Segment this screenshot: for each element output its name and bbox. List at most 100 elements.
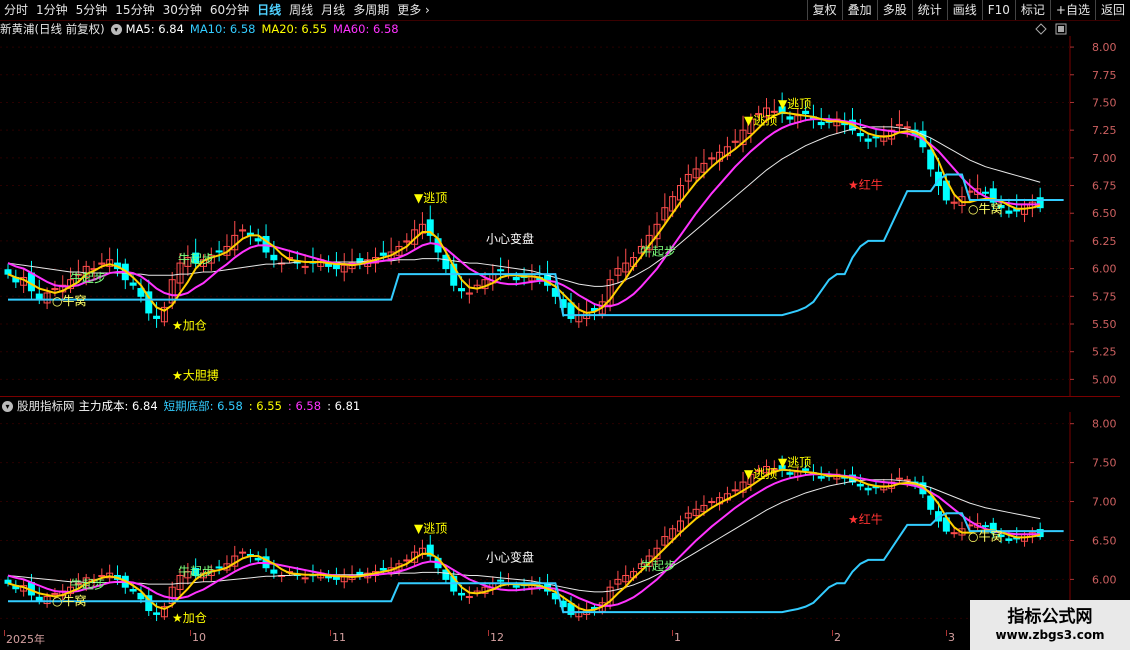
toolbar: 分时 1分钟 5分钟 15分钟 30分钟 60分钟 日线 周线 月线 多周期 更多 › 复权 叠加 多股… [0,0,1130,21]
date-label: 11 [332,631,346,644]
date-label: 3 [948,631,955,644]
sub-chart[interactable]: 8.007.507.006.506.005.50○牛窝牛起步牛起步牛起步★加仓▼… [0,412,1120,630]
date-label: 2025年 [6,633,45,646]
y-tick-label: 7.50 [1092,457,1117,470]
candle-body [254,557,262,561]
period-tab[interactable]: 5分钟 [72,0,112,20]
y-tick-label: 6.75 [1092,180,1117,193]
toolbar-button[interactable]: 统计 [911,0,947,20]
chevron-down-icon[interactable]: ▾ [2,400,13,412]
y-tick-label: 7.75 [1092,69,1117,82]
candle-body [129,589,137,592]
period-tab[interactable]: 周线 [285,0,317,20]
candle-body [215,250,223,253]
date-tick [488,630,489,636]
candle-body [497,269,505,272]
signal-xinxin: 小心变盘 [486,231,534,246]
period-tab[interactable]: 1分钟 [32,0,72,20]
candle-body [270,569,278,574]
ma60-line [7,126,1041,287]
ma60-line [7,479,1041,593]
signal-jiacang: ★加仓 [172,611,207,625]
chevron-down-icon[interactable]: ▾ [110,23,122,35]
watermark-title: 指标公式网 [1007,607,1093,627]
candle-body [379,567,387,571]
period-tab[interactable]: 15分钟 [111,0,158,20]
candle-body [458,288,466,292]
candle-body [270,254,278,261]
toolbar-button[interactable]: +自选 [1049,0,1095,20]
signal-taoding-2: ▼逃顶 [744,114,777,128]
signal-taoding-1: ▼逃顶 [414,191,447,205]
toolbar-button[interactable]: 标记 [1014,0,1050,20]
diamond-icon[interactable] [1035,23,1047,35]
y-tick-label: 6.25 [1092,235,1117,248]
stock-title[interactable]: 新黄浦(日线 前复权) [0,21,105,37]
toolbar-button[interactable]: 多股 [876,0,912,20]
period-tab[interactable]: 30分钟 [159,0,206,20]
candle-body [4,579,12,584]
candle-body [981,191,989,194]
indicator-value: : 6.81 [327,399,361,413]
main-chart-header: 新黄浦(日线 前复权) ▾ MA5: 6.84 MA10: 6.58 MA20: 6… [0,21,405,37]
candle-body [129,282,137,286]
candle-body [512,585,520,588]
signal-niuwo-1: ○牛窝 [52,593,86,608]
period-tab[interactable]: 分时 [0,0,32,20]
date-tick [4,630,5,636]
candle-body [239,551,247,554]
candle-body [51,288,59,291]
watermark: 指标公式网 www.zbgs3.com [970,600,1130,650]
candle-body [950,532,958,535]
date-tick [190,630,191,636]
candle-body [301,577,309,580]
toolbar-button[interactable]: F10 [981,0,1015,20]
y-tick-label: 7.50 [1092,96,1117,109]
toolbar-actions: 复权 叠加 多股 统计 画线 F10 标记 +自选 返回 [806,0,1130,20]
candle-body [817,121,825,126]
watermark-url: www.zbgs3.com [995,628,1105,642]
y-tick-label: 7.25 [1092,124,1117,137]
candle-body [786,472,794,475]
panel-divider [0,396,1120,397]
candle-body [458,592,466,596]
toolbar-button[interactable]: 返回 [1094,0,1130,20]
period-tab[interactable]: 更多 › [393,0,434,20]
date-tick [946,630,947,636]
candle-body [708,501,716,504]
signal-qibu-2: 牛起步 [178,251,214,266]
signal-taoding-3: ▼逃顶 [778,456,811,470]
period-tab[interactable]: 多周期 [349,0,393,20]
period-tab[interactable]: 60分钟 [206,0,253,20]
candle-body [98,575,106,577]
candle-body [770,110,778,113]
candle-body [301,265,309,268]
ma-value: MA20: 6.55 [261,22,328,36]
candle-body [856,132,864,137]
main-chart[interactable]: 8.00 7.75 7.50 7.25 7.00 6.75 6.50 6.25 6.00 5.75… [0,36,1120,396]
signal-qibu-2: 牛起步 [178,564,214,579]
date-label: 1 [674,631,681,644]
candle-body [465,596,473,599]
toolbar-button[interactable]: 画线 [946,0,982,20]
signal-qibu-3: 牛起步 [640,243,676,258]
indicator-value: 短期底部: 6.58 [163,399,243,413]
signal-taoding-1: ▼逃顶 [414,522,447,536]
candle-body [379,252,387,256]
toolbar-button[interactable]: 复权 [806,0,842,20]
toolbar-button[interactable]: 叠加 [841,0,877,20]
date-tick [832,630,833,636]
signal-hongniu: ★红牛 [848,177,883,192]
candle-body [497,579,505,582]
ma-value: MA10: 6.58 [189,22,256,36]
signal-dadanbo: ★大胆搏 [172,368,219,382]
signal-taoding-3: ▼逃顶 [778,97,811,111]
y-tick-label: 5.50 [1092,318,1117,331]
y-tick-label: 8.00 [1092,418,1117,431]
period-tab[interactable]: 月线 [317,0,349,20]
indicator-value: : 6.58 [287,399,322,413]
candle-body [153,315,161,319]
candle-body [731,489,739,492]
signal-qibu-1: 牛起步 [70,577,106,592]
period-tab[interactable]: 日线 [253,0,285,20]
